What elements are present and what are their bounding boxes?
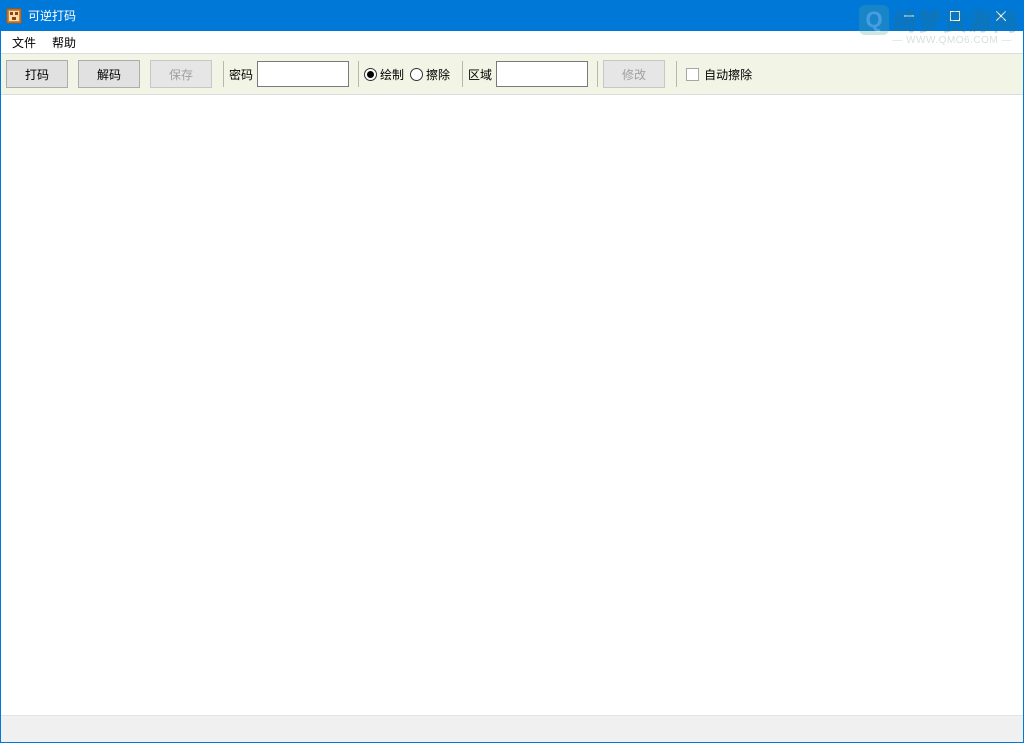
toolbar-separator [676,61,677,87]
region-label: 区域 [468,66,492,83]
radio-icon [410,68,423,81]
auto-erase-checkbox[interactable]: 自动擦除 [686,66,752,83]
app-icon [6,8,22,24]
toolbar-separator [597,61,598,87]
password-input[interactable] [257,61,349,87]
menu-file[interactable]: 文件 [4,32,44,53]
toolbar-separator [223,61,224,87]
window-title: 可逆打码 [28,7,886,24]
statusbar [0,715,1024,743]
menubar: 文件 帮助 [0,31,1024,53]
content-area [0,95,1024,715]
encode-button[interactable]: 打码 [6,60,68,88]
menu-help[interactable]: 帮助 [44,32,84,53]
minimize-button[interactable] [886,0,932,31]
close-button[interactable] [978,0,1024,31]
checkbox-icon [686,68,699,81]
maximize-button[interactable] [932,0,978,31]
toolbar-separator [358,61,359,87]
toolbar-separator [462,61,463,87]
radio-draw[interactable]: 绘制 [364,66,404,83]
radio-icon [364,68,377,81]
save-button[interactable]: 保存 [150,60,212,88]
password-label: 密码 [229,66,253,83]
radio-erase-label: 擦除 [426,66,450,83]
decode-button[interactable]: 解码 [78,60,140,88]
modify-button[interactable]: 修改 [603,60,665,88]
region-input[interactable] [496,61,588,87]
auto-erase-label: 自动擦除 [704,66,752,83]
radio-draw-label: 绘制 [380,66,404,83]
radio-erase[interactable]: 擦除 [410,66,450,83]
titlebar: 可逆打码 [0,0,1024,31]
toolbar: 打码 解码 保存 密码 绘制 擦除 区域 修改 自动擦除 [0,53,1024,95]
